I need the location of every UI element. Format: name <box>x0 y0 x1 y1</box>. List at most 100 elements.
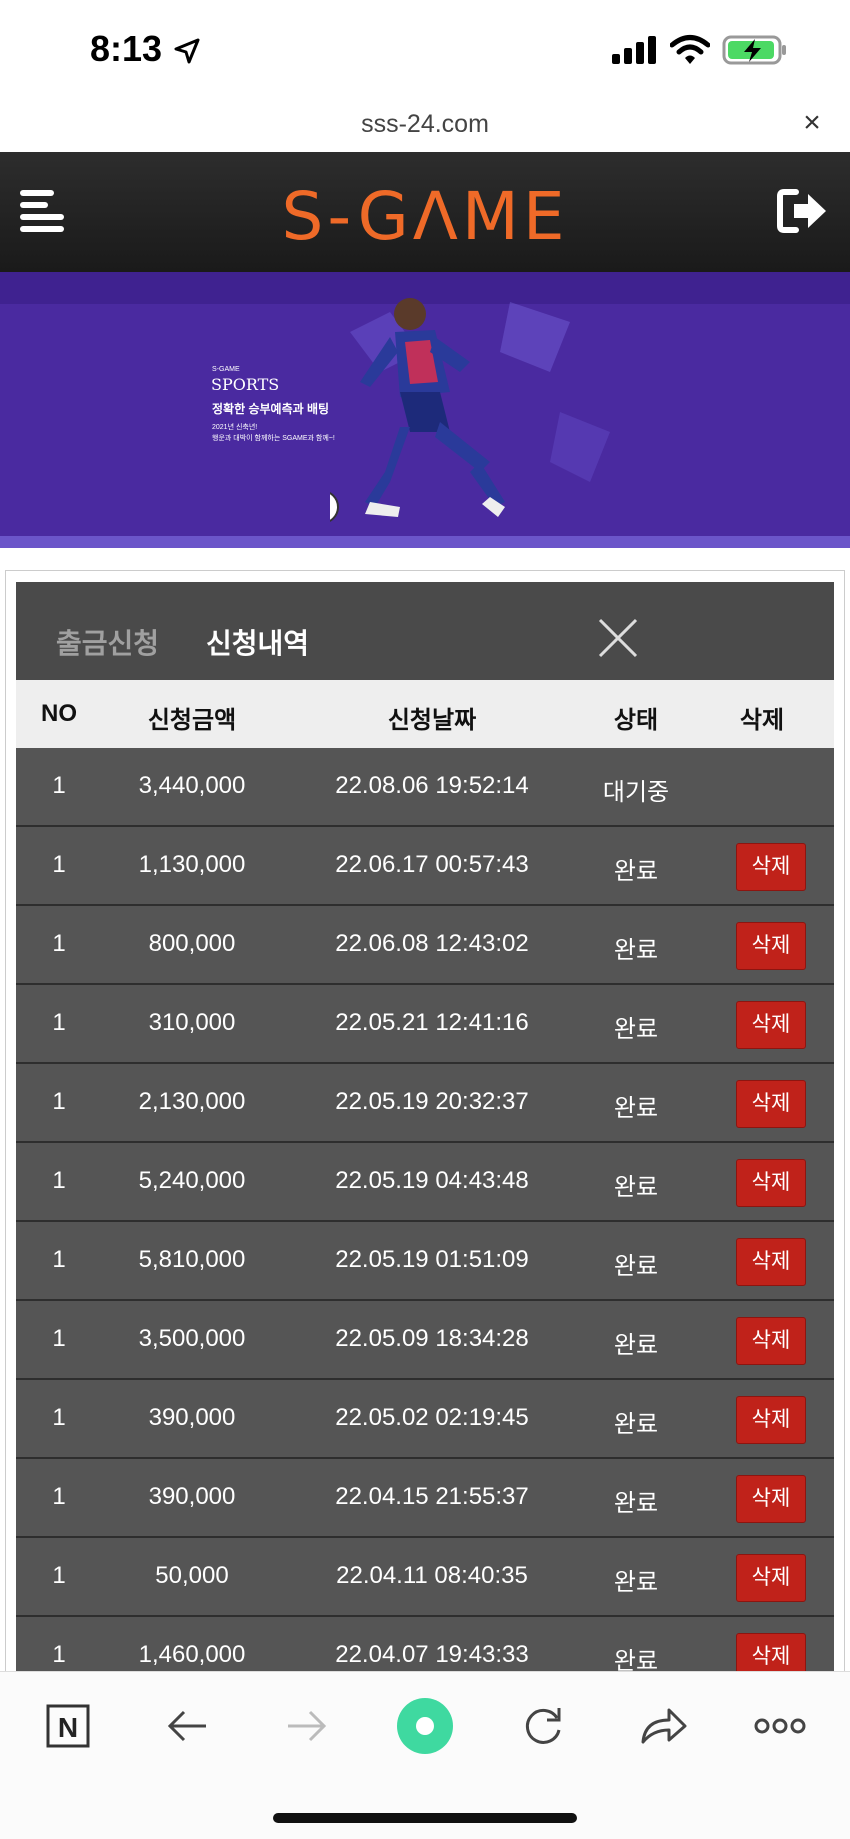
panel-header: 출금신청 신청내역 <box>16 582 834 680</box>
row-date: 22.06.17 00:57:43 <box>335 851 529 878</box>
site-logo[interactable]: S-GΛME <box>0 178 850 255</box>
delete-button[interactable]: 삭제 <box>736 1238 806 1286</box>
share-icon[interactable] <box>633 1696 693 1756</box>
row-no: 1 <box>52 1088 66 1115</box>
delete-button[interactable]: 삭제 <box>736 922 806 970</box>
table-row: 1 3,440,000 22.08.06 19:52:14 대기중 <box>16 748 834 827</box>
row-date: 22.04.11 08:40:35 <box>336 1562 528 1589</box>
row-status: 완료 <box>613 937 659 964</box>
column-header-delete: 삭제 <box>739 707 785 734</box>
row-no: 1 <box>52 1404 66 1431</box>
table-row: 1 390,000 22.04.15 21:55:37 완료 삭제 <box>16 1459 834 1538</box>
table-row: 1 5,810,000 22.05.19 01:51:09 완료 삭제 <box>16 1222 834 1301</box>
row-date: 22.05.21 12:41:16 <box>335 1009 529 1036</box>
site-header: S-GΛME <box>0 152 850 272</box>
row-amount: 1,460,000 <box>138 1641 246 1668</box>
close-icon[interactable] <box>598 618 638 658</box>
row-date: 22.05.19 20:32:37 <box>335 1088 529 1115</box>
browser-url-bar[interactable]: sss-24.com × <box>0 100 850 152</box>
reload-icon[interactable] <box>513 1696 573 1756</box>
delete-button[interactable]: 삭제 <box>736 843 806 891</box>
withdraw-history-panel: 출금신청 신청내역 NO 신청금액 신청날짜 상태 삭제 1 3,440,000 2… <box>16 582 834 1839</box>
table-row: 1 2,130,000 22.05.19 20:32:37 완료 삭제 <box>16 1064 834 1143</box>
column-header-status: 상태 <box>613 707 659 734</box>
row-amount: 5,240,000 <box>138 1167 246 1194</box>
row-status: 완료 <box>613 1016 659 1043</box>
status-bar: 8:13 <box>0 0 850 100</box>
row-no: 1 <box>52 1483 66 1510</box>
row-amount: 3,500,000 <box>138 1325 246 1352</box>
delete-button[interactable]: 삭제 <box>736 1080 806 1128</box>
green-dot-icon[interactable] <box>395 1696 455 1756</box>
column-header-no: NO <box>41 700 77 727</box>
table-row: 1 310,000 22.05.21 12:41:16 완료 삭제 <box>16 985 834 1064</box>
row-status: 완료 <box>613 1332 659 1359</box>
row-status: 완료 <box>613 1095 659 1122</box>
more-icon[interactable] <box>750 1696 810 1756</box>
banner-subtitle-1: 2021년 신축년! <box>212 424 258 431</box>
url-text[interactable]: sss-24.com <box>0 110 850 139</box>
banner-brand: S-GAME <box>212 366 240 373</box>
wifi-icon <box>670 35 710 64</box>
row-no: 1 <box>52 1325 66 1352</box>
row-amount: 310,000 <box>148 1009 236 1036</box>
row-status: 완료 <box>613 1253 659 1280</box>
delete-button[interactable]: 삭제 <box>736 1475 806 1523</box>
row-amount: 390,000 <box>148 1483 236 1510</box>
row-date: 22.05.02 02:19:45 <box>335 1404 529 1431</box>
delete-button[interactable]: 삭제 <box>736 1317 806 1365</box>
row-date: 22.06.08 12:43:02 <box>335 930 529 957</box>
delete-button[interactable]: 삭제 <box>736 1554 806 1602</box>
banner-sports-title: SPORTS <box>211 375 280 394</box>
row-status: 완료 <box>613 858 659 885</box>
row-no: 1 <box>52 1562 66 1589</box>
logout-icon[interactable] <box>776 186 830 236</box>
column-header-date: 신청날짜 <box>387 707 477 734</box>
banner-bottom-strip <box>0 536 850 548</box>
home-indicator[interactable] <box>273 1813 577 1823</box>
row-no: 1 <box>52 1246 66 1273</box>
row-date: 22.04.15 21:55:37 <box>335 1483 529 1510</box>
row-status: 완료 <box>613 1411 659 1438</box>
row-amount: 800,000 <box>148 930 236 957</box>
row-no: 1 <box>52 1167 66 1194</box>
row-date: 22.05.09 18:34:28 <box>335 1325 529 1352</box>
forward-arrow-icon[interactable] <box>276 1696 336 1756</box>
tab-withdraw-request[interactable]: 출금신청 <box>56 622 159 662</box>
delete-button[interactable]: 삭제 <box>736 1159 806 1207</box>
table-row: 1 50,000 22.04.11 08:40:35 완료 삭제 <box>16 1538 834 1617</box>
tab-request-history[interactable]: 신청내역 <box>206 622 309 662</box>
row-no: 1 <box>52 930 66 957</box>
table-header: NO 신청금액 신청날짜 상태 삭제 <box>16 680 834 748</box>
svg-text:N: N <box>58 1712 78 1743</box>
table-row: 1 3,500,000 22.05.09 18:34:28 완료 삭제 <box>16 1301 834 1380</box>
row-amount: 390,000 <box>148 1404 236 1431</box>
table-row: 1 800,000 22.06.08 12:43:02 완료 삭제 <box>16 906 834 985</box>
row-amount: 50,000 <box>155 1562 229 1589</box>
row-amount: 1,130,000 <box>138 851 246 878</box>
back-arrow-icon[interactable] <box>158 1696 218 1756</box>
table-row: 1 1,130,000 22.06.17 00:57:43 완료 삭제 <box>16 827 834 906</box>
row-no: 1 <box>52 1009 66 1036</box>
row-date: 22.04.07 19:43:33 <box>335 1641 529 1668</box>
banner-slogan: 정확한 승부예측과 배팅 <box>212 402 330 416</box>
naver-n-icon[interactable]: N <box>38 1696 98 1756</box>
soccer-player-illustration <box>330 298 610 522</box>
delete-button[interactable]: 삭제 <box>736 1396 806 1444</box>
delete-button[interactable]: 삭제 <box>736 1001 806 1049</box>
battery-charging-icon <box>722 35 786 65</box>
row-status: 대기중 <box>602 779 670 806</box>
row-no: 1 <box>52 1641 66 1668</box>
sports-banner[interactable]: S-GAME SPORTS 정확한 승부예측과 배팅 2021년 신축년! 행운… <box>0 272 850 548</box>
cellular-signal-icon <box>612 36 656 64</box>
row-no: 1 <box>52 851 66 878</box>
close-icon[interactable]: × <box>797 108 827 138</box>
banner-subtitle-2: 행운과 대박이 함께하는 SGAME과 함께~! <box>212 435 335 442</box>
location-arrow-icon <box>174 38 200 64</box>
status-time: 8:13 <box>90 28 163 69</box>
row-date: 22.05.19 01:51:09 <box>335 1246 529 1273</box>
table-row: 1 5,240,000 22.05.19 04:43:48 완료 삭제 <box>16 1143 834 1222</box>
history-table-body: 1 3,440,000 22.08.06 19:52:14 대기중 1 1,130,000… <box>16 748 834 1696</box>
row-amount: 2,130,000 <box>138 1088 246 1115</box>
row-date: 22.05.19 04:43:48 <box>335 1167 529 1194</box>
